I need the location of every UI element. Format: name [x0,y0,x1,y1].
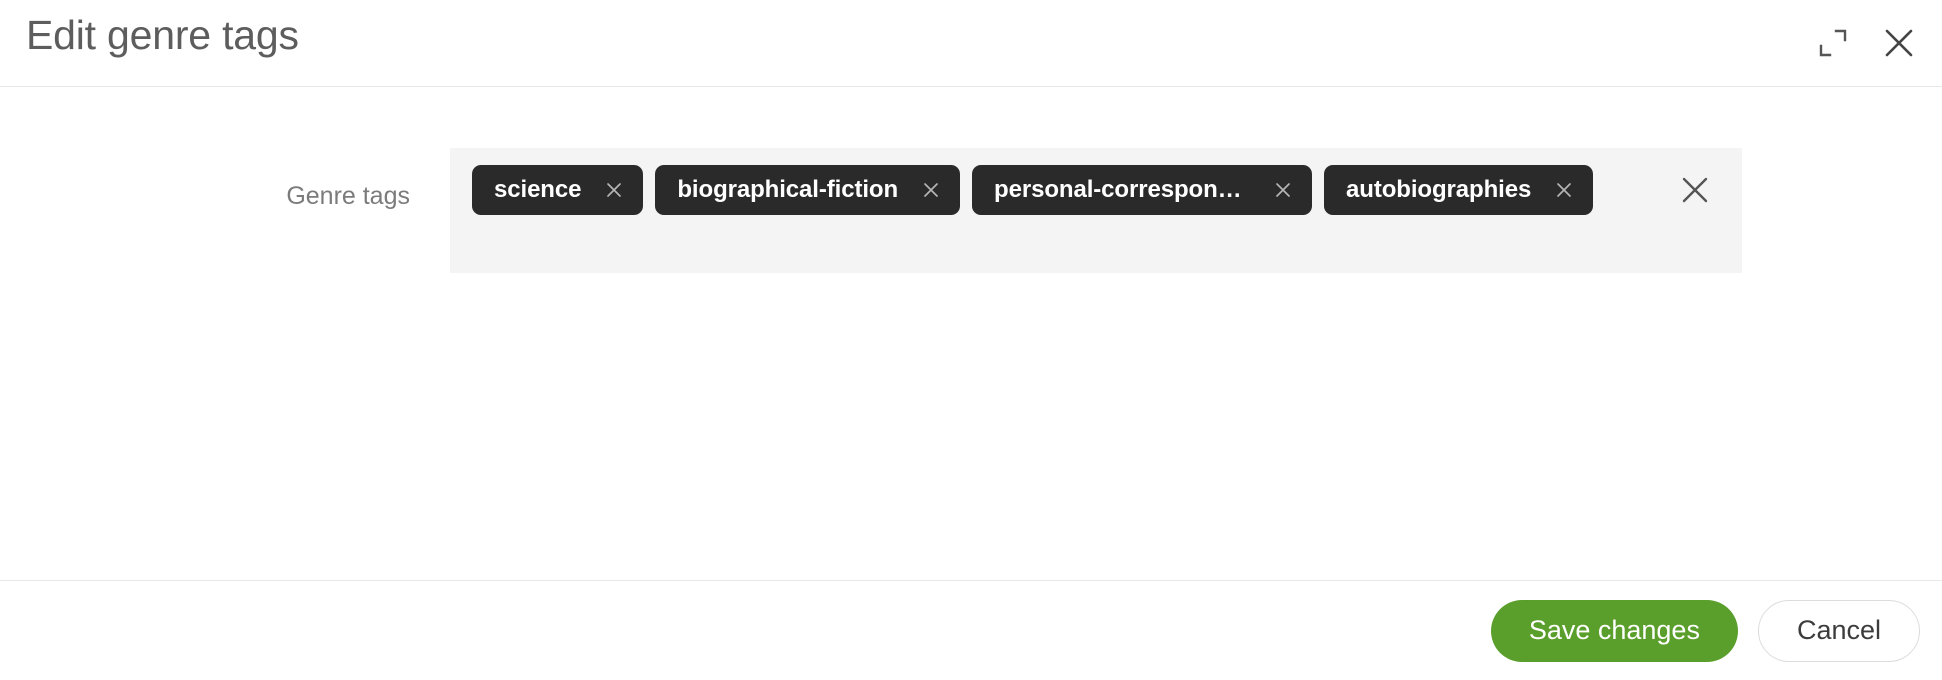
dialog-body: Genre tags science biographical-fiction [0,87,1942,580]
clear-all-tags-button[interactable] [1670,165,1720,215]
tag-chip-label: personal-corresponde... [994,178,1251,202]
dialog-title: Edit genre tags [26,12,299,58]
tag-remove-icon[interactable] [920,179,942,201]
edit-genre-tags-dialog: Edit genre tags Genre tags science biogr… [0,0,1942,680]
tag-chip-label: science [494,178,582,202]
close-button[interactable] [1878,22,1920,64]
tag-chip[interactable]: personal-corresponde... [972,165,1313,215]
tag-chip[interactable]: biographical-fiction [655,165,961,215]
tag-chip[interactable]: autobiographies [1324,165,1594,215]
genre-tags-field-row: Genre tags science biographical-fiction [0,148,1942,273]
tag-remove-icon[interactable] [603,179,625,201]
dialog-footer: Save changes Cancel [0,580,1942,680]
tag-chip[interactable]: science [472,165,644,215]
header-actions [1812,0,1920,86]
genre-tags-label: Genre tags [286,182,410,210]
tag-chip-label: autobiographies [1346,178,1532,202]
save-changes-button[interactable]: Save changes [1490,599,1738,662]
dialog-header: Edit genre tags [0,0,1942,87]
expand-button[interactable] [1812,22,1854,64]
close-icon [1677,172,1713,208]
expand-icon [1816,26,1850,60]
tag-remove-icon[interactable] [1553,179,1575,201]
genre-tags-input[interactable]: science biographical-fiction personal-co… [450,148,1742,273]
cancel-button[interactable]: Cancel [1757,599,1920,662]
tag-chip-label: biographical-fiction [677,178,899,202]
tag-remove-icon[interactable] [1272,179,1294,201]
close-icon [1880,24,1918,62]
tag-chip-list: science biographical-fiction personal-co… [472,165,1594,215]
